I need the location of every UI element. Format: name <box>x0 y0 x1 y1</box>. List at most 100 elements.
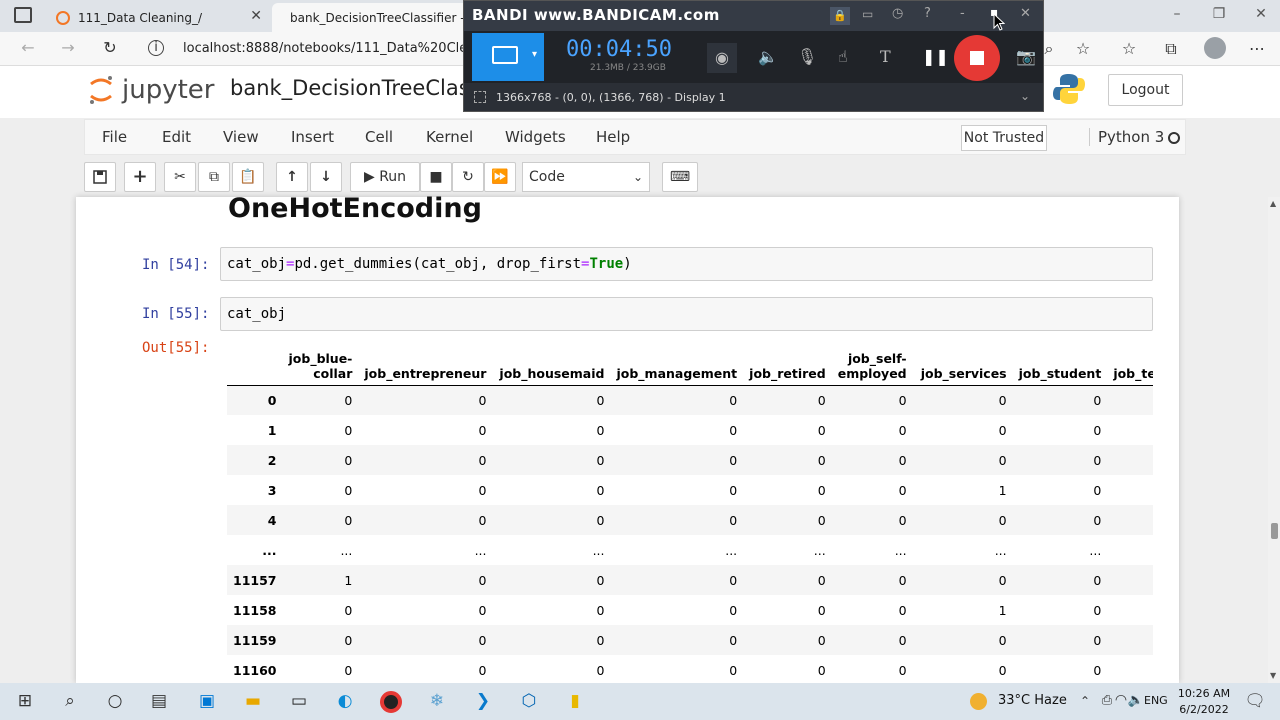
menu-widgets[interactable]: Widgets <box>505 128 566 146</box>
text-overlay-icon[interactable]: T <box>880 47 891 66</box>
info-icon[interactable]: i <box>148 40 164 56</box>
edge-browser-icon[interactable]: ◐ <box>332 691 358 711</box>
close-window-icon[interactable]: ✕ <box>1246 6 1276 22</box>
snipping-tool-icon[interactable]: ❄ <box>424 691 450 711</box>
windows-taskbar: ⊞ ⌕ ○ ▤ ▣ ▬ ▭ ◐ ❄ ❯ ⬡ ▮ 33°C Haze ⌃ ⎙ ◠ … <box>0 683 1280 720</box>
paste-icon[interactable]: 📋 <box>232 162 264 192</box>
more-menu-icon[interactable]: ⋯ <box>1246 39 1268 58</box>
save-icon[interactable] <box>84 162 116 192</box>
clock-icon[interactable]: ◷ <box>892 6 903 21</box>
move-up-icon[interactable]: ↑ <box>276 162 308 192</box>
column-header-text: employed <box>837 365 907 381</box>
code-cell[interactable]: cat_obj <box>220 297 1153 331</box>
microphone-icon[interactable]: 🎙 <box>797 47 817 66</box>
copy-icon[interactable]: ⧉ <box>198 162 230 192</box>
folder-icon[interactable]: ▭ <box>862 7 873 21</box>
restart-run-all-icon[interactable]: ⏩ <box>484 162 516 192</box>
notifications-icon[interactable]: 🗨 <box>1242 691 1268 711</box>
bandicam-minimize-icon[interactable]: - <box>960 6 965 21</box>
chevron-down-icon: ⌄ <box>632 170 643 184</box>
terminal-icon[interactable]: ▭ <box>286 691 312 711</box>
pause-icon[interactable]: ❚❚ <box>922 47 949 66</box>
table-cell <box>1107 625 1153 655</box>
table-cell: 0 <box>817 602 826 618</box>
menu-edit[interactable]: Edit <box>162 128 191 146</box>
url-field[interactable]: localhost:8888/notebooks/111_Data%20Clea… <box>183 37 503 61</box>
screen-mode-button[interactable]: ▾ <box>472 33 544 81</box>
table-cell: 0 <box>478 662 487 678</box>
profile-avatar[interactable] <box>1204 37 1226 59</box>
table-row: 1 0 0 0 0 0 0 0 0 <box>227 415 1153 445</box>
trust-status-button[interactable]: Not Trusted <box>961 125 1047 151</box>
code-cell[interactable]: cat_obj=pd.get_dummies(cat_obj, drop_fir… <box>220 247 1153 281</box>
system-clock[interactable]: 10:26 AM 6/2/2022 <box>1176 686 1232 718</box>
store-icon[interactable]: ▣ <box>194 691 220 711</box>
3d-viewer-icon[interactable]: ⬡ <box>516 691 542 711</box>
bandicam-app-icon[interactable] <box>380 691 402 713</box>
table-cell: 0 <box>344 632 353 648</box>
menu-kernel[interactable]: Kernel <box>426 128 473 146</box>
browser-tab-bank-decision-tree[interactable]: bank_DecisionTreeClassifier - Ju <box>272 3 472 32</box>
refresh-icon[interactable]: ↻ <box>98 38 122 57</box>
windows-start-icon[interactable]: ⊞ <box>12 691 38 711</box>
keyboard-shortcuts-icon[interactable]: ⌨ <box>662 162 698 192</box>
minimize-window-icon[interactable]: – <box>1162 6 1192 22</box>
table-cell <box>1107 445 1153 475</box>
cursor-effect-icon[interactable]: ☝ <box>838 47 848 66</box>
menu-insert[interactable]: Insert <box>291 128 334 146</box>
scroll-down-icon[interactable]: ▼ <box>1270 671 1276 680</box>
move-down-icon[interactable]: ↓ <box>310 162 342 192</box>
lock-icon[interactable]: 🔒 <box>830 7 850 25</box>
insert-cell-icon[interactable]: + <box>124 162 156 192</box>
cell-type-select[interactable]: Code ⌄ <box>522 162 650 192</box>
back-icon[interactable]: ← <box>16 38 40 57</box>
favorites-icon[interactable]: ☆ <box>1118 39 1140 58</box>
webcam-icon[interactable]: ◉ <box>707 43 737 73</box>
maximize-window-icon[interactable]: ❐ <box>1204 6 1234 22</box>
restart-kernel-icon[interactable]: ↻ <box>452 162 484 192</box>
interrupt-kernel-icon[interactable]: ■ <box>420 162 452 192</box>
close-tab-icon[interactable]: ✕ <box>250 8 262 24</box>
powerbi-icon[interactable]: ▮ <box>562 691 588 711</box>
table-cell: 0 <box>817 512 826 528</box>
dropdown-arrow-icon[interactable]: ▾ <box>532 49 537 60</box>
speaker-icon[interactable]: 🔈 <box>758 47 778 66</box>
scrollbar-thumb[interactable] <box>1271 523 1278 539</box>
menu-view[interactable]: View <box>223 128 259 146</box>
region-checkbox[interactable] <box>474 91 486 103</box>
column-header-text: job_housemaid <box>499 365 605 381</box>
expand-chevron-icon[interactable]: ⌄ <box>1020 89 1030 103</box>
favorite-star-icon[interactable]: ☆ <box>1072 39 1094 58</box>
table-cell: 0 <box>596 572 605 588</box>
menu-cell[interactable]: Cell <box>365 128 393 146</box>
search-icon[interactable]: ⌕ <box>57 691 83 711</box>
run-button[interactable]: ▶ Run <box>350 162 420 192</box>
notebook-title[interactable]: bank_DecisionTreeClas <box>230 76 470 100</box>
cortana-icon[interactable]: ○ <box>102 691 128 711</box>
language-indicator[interactable]: ENG <box>1144 694 1168 707</box>
jupyter-logo-icon <box>90 76 112 104</box>
logout-button[interactable]: Logout <box>1108 74 1183 106</box>
table-cell: 0 <box>817 662 826 678</box>
jupyter-logo[interactable]: jupyter <box>88 74 214 106</box>
cut-icon[interactable]: ✂ <box>164 162 196 192</box>
forward-icon[interactable]: → <box>56 38 80 57</box>
task-view-icon[interactable]: ▤ <box>146 691 172 711</box>
bandicam-close-icon[interactable]: ✕ <box>1020 6 1031 21</box>
collections-icon[interactable]: ⧉ <box>1160 39 1182 59</box>
weather-text[interactable]: 33°C Haze <box>998 693 1067 708</box>
menu-file[interactable]: File <box>102 128 127 146</box>
table-cell: 0 <box>898 422 907 438</box>
scroll-up-icon[interactable]: ▲ <box>1270 199 1276 208</box>
camera-snapshot-icon[interactable]: 📷 <box>1016 47 1036 66</box>
help-icon[interactable]: ? <box>924 6 931 21</box>
row-index: 11159 <box>233 632 277 648</box>
stop-record-button[interactable] <box>954 35 1000 81</box>
browser-tab-data-cleaning[interactable]: 111_Data Cleaning_/ ✕ <box>46 3 270 32</box>
file-explorer-icon[interactable]: ▬ <box>240 691 266 711</box>
tab-actions-icon[interactable] <box>14 7 32 23</box>
vertical-scrollbar[interactable]: ▲ ▼ <box>1268 197 1280 683</box>
menu-help[interactable]: Help <box>596 128 630 146</box>
table-cell: 0 <box>729 482 738 498</box>
vscode-icon[interactable]: ❯ <box>470 691 496 711</box>
